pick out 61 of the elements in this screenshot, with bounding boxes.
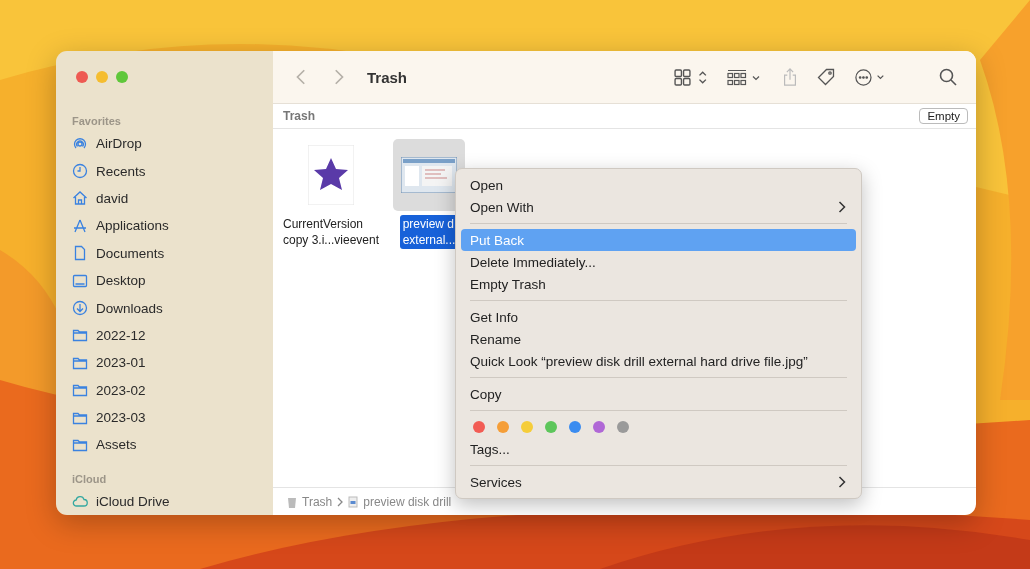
sidebar-item[interactable]: Applications: [64, 212, 265, 240]
sidebar-item[interactable]: 2023-03: [64, 403, 265, 432]
tag-color-dot[interactable]: [617, 421, 629, 433]
menu-item[interactable]: Delete Immediately...: [461, 251, 856, 273]
sidebar-item[interactable]: 2023-01: [64, 349, 265, 377]
monitor-icon: [72, 272, 88, 289]
menu-item[interactable]: Rename: [461, 328, 856, 350]
folder-icon: [72, 382, 88, 399]
zoom-button[interactable]: [116, 71, 128, 83]
window-title: Trash: [367, 68, 408, 86]
share-icon[interactable]: [781, 68, 799, 86]
location-title: Trash: [283, 109, 315, 123]
sidebar-item[interactable]: Desktop: [64, 266, 265, 295]
menu-item[interactable]: Open With: [461, 196, 856, 218]
close-button[interactable]: [76, 71, 88, 83]
sidebar-item[interactable]: iCloud Drive: [64, 487, 265, 515]
menu-item[interactable]: Open: [461, 174, 856, 196]
search-icon[interactable]: [939, 68, 957, 86]
path-item[interactable]: preview disk drill: [363, 494, 452, 509]
star-file-icon: [308, 145, 354, 205]
tag-icon[interactable]: [817, 68, 835, 86]
house-icon: [72, 190, 88, 207]
applications-icon: [72, 217, 88, 234]
document-icon: [72, 245, 88, 262]
tag-color-dot[interactable]: [593, 421, 605, 433]
tag-color-dot[interactable]: [569, 421, 581, 433]
menu-item[interactable]: Copy: [461, 383, 856, 405]
menu-item[interactable]: Tags...: [461, 438, 856, 460]
cloud-icon: [72, 493, 88, 510]
icon-view-icon[interactable]: [673, 68, 709, 86]
sidebar-heading: Favorites: [71, 114, 122, 129]
sidebar-heading: iCloud: [71, 471, 108, 487]
file-name[interactable]: CurrentVersion copy 3.i...vieevent: [279, 215, 383, 249]
minimize-button[interactable]: [96, 71, 108, 83]
menu-item[interactable]: Empty Trash: [461, 273, 856, 295]
tag-color-dot[interactable]: [545, 421, 557, 433]
clock-icon: [72, 163, 88, 180]
sidebar-item[interactable]: Documents: [64, 239, 265, 267]
tag-color-dot[interactable]: [521, 421, 533, 433]
trash-icon: [287, 495, 297, 508]
folder-icon: [72, 437, 88, 453]
tag-color-dot[interactable]: [497, 421, 509, 433]
sidebar-item[interactable]: Recents: [64, 157, 265, 185]
folder-icon: [72, 327, 88, 344]
sidebar-item[interactable]: AirDrop: [64, 130, 265, 158]
menu-item[interactable]: Services: [461, 471, 856, 493]
sidebar-item[interactable]: Assets: [64, 431, 265, 459]
image-file-icon: [348, 495, 359, 508]
path-item[interactable]: Trash: [302, 494, 333, 509]
sidebar-item[interactable]: 2022-12: [64, 321, 265, 350]
menu-item[interactable]: Get Info: [461, 306, 856, 328]
tag-color-dot[interactable]: [473, 421, 485, 433]
menu-item[interactable]: Quick Look “preview disk drill external hard drive file.jpg”: [461, 350, 856, 372]
empty-button[interactable]: Empty: [919, 108, 968, 124]
screenshot-thumbnail-icon: [401, 157, 457, 193]
chevron-icon: [337, 496, 344, 507]
sidebar-item[interactable]: 2023-02: [64, 376, 265, 404]
download-icon: [72, 300, 88, 317]
sidebar-item[interactable]: david: [64, 184, 265, 213]
sidebar-item[interactable]: Downloads: [64, 294, 265, 322]
file-thumbnail-highlight[interactable]: [393, 139, 465, 211]
